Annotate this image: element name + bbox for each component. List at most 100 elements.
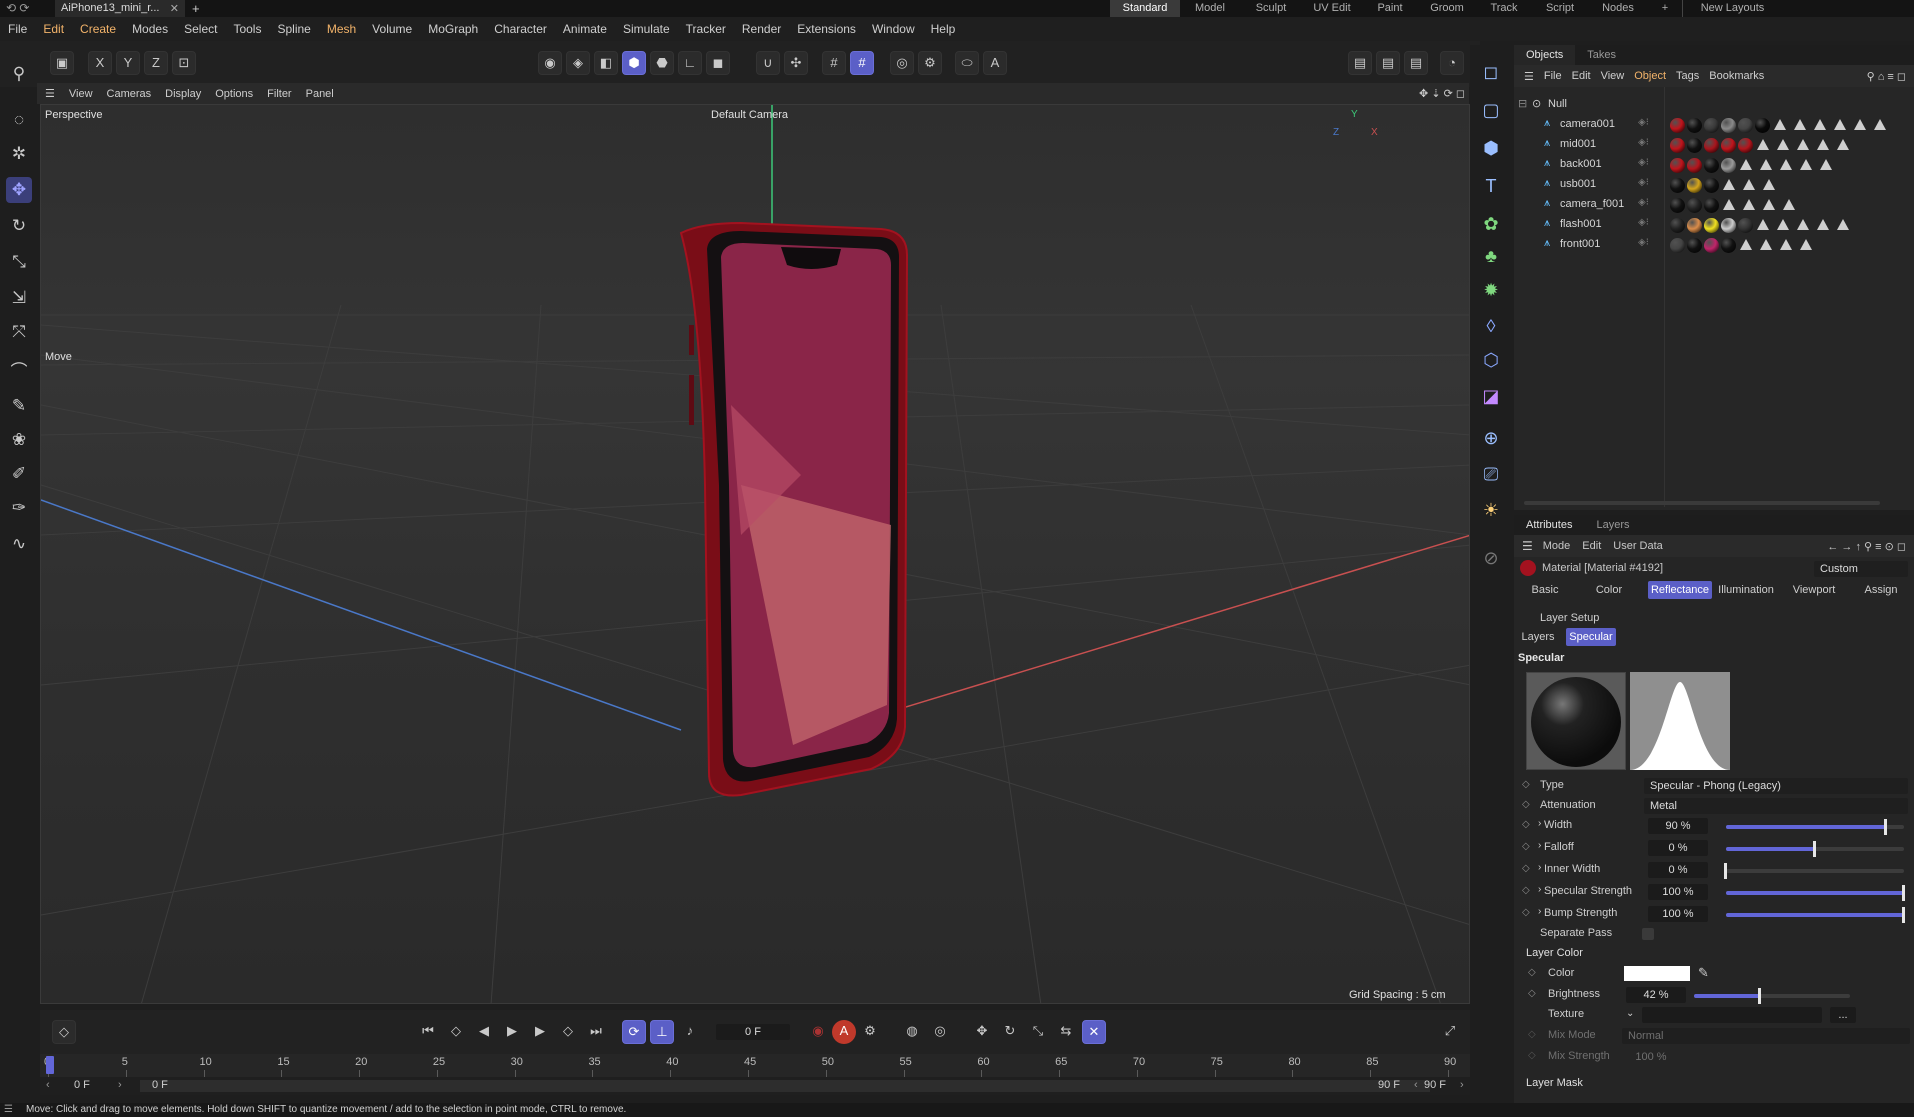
brightness-slider[interactable]	[1694, 988, 1850, 1004]
solo-icon[interactable]: ◎	[890, 51, 914, 75]
loop-icon[interactable]: ⟳	[622, 1020, 646, 1044]
material-tag[interactable]	[1670, 138, 1685, 153]
menu-character[interactable]: Character	[494, 22, 547, 36]
points-mode-icon[interactable]: ◉	[538, 51, 562, 75]
next-key-icon[interactable]: ◇	[556, 1020, 580, 1044]
range-slider[interactable]: 0 F 90 F	[140, 1079, 1430, 1092]
layout-tab-nodes[interactable]: Nodes	[1588, 0, 1648, 17]
material-tag[interactable]	[1721, 238, 1736, 253]
next-frame-icon[interactable]: ▶	[528, 1020, 552, 1044]
chevron-right-icon[interactable]: ›	[1538, 818, 1541, 829]
select-settings-icon[interactable]: ✲	[6, 141, 32, 167]
param-field[interactable]: 90 %	[1648, 818, 1708, 834]
rotate-tool-icon[interactable]: ↻	[6, 213, 32, 239]
interactive-render-icon[interactable]: ◔	[1440, 51, 1464, 75]
keyframe-icon[interactable]: ◇	[1528, 967, 1536, 978]
texture-tag[interactable]	[1817, 219, 1829, 230]
bend-tool-icon[interactable]: ⌒	[6, 359, 32, 385]
edges-mode-icon[interactable]: ◈	[566, 51, 590, 75]
attributes-nav-icons[interactable]: ← → ↑ ⚲ ≡ ⊙ ◻	[1827, 540, 1906, 553]
material-tag[interactable]	[1721, 138, 1736, 153]
texture-tag[interactable]	[1797, 219, 1809, 230]
subdivision-icon[interactable]: ♣	[1478, 243, 1504, 269]
tag-icon[interactable]: ⊘	[1478, 545, 1504, 571]
magnet-icon[interactable]: ∪	[756, 51, 780, 75]
grid-icon[interactable]: #	[822, 51, 846, 75]
tree-row[interactable]: ⩚ back001 ◈⁝	[1514, 155, 1914, 175]
undo-redo-icon[interactable]: ⟲ ⟳	[6, 1, 29, 15]
preview-range-icon[interactable]: ⊥	[650, 1020, 674, 1044]
pen-tool-icon[interactable]: ✎	[6, 393, 32, 419]
axis-mode-icon[interactable]: ∟	[678, 51, 702, 75]
param-slider-knob[interactable]	[1902, 907, 1905, 923]
undo-history-icon[interactable]: ▣	[50, 51, 74, 75]
render-settings-icon[interactable]: ▤	[1404, 51, 1428, 75]
param-slider[interactable]	[1726, 907, 1905, 923]
texture-field[interactable]	[1642, 1007, 1822, 1023]
texture-tag[interactable]	[1777, 219, 1789, 230]
timeline-expand-icon[interactable]: ⤢	[1438, 1020, 1462, 1044]
record-scale-icon[interactable]: ⤡	[1026, 1020, 1050, 1044]
tab-viewport[interactable]: Viewport	[1784, 581, 1844, 599]
objects-menu-view[interactable]: View	[1601, 70, 1625, 82]
material-preview[interactable]	[1526, 672, 1626, 770]
chevron-left-icon[interactable]: ‹	[1414, 1079, 1418, 1091]
material-tag[interactable]	[1721, 218, 1736, 233]
tab-reflectance[interactable]: Reflectance	[1648, 581, 1712, 599]
tweak-mode-icon[interactable]: ◼	[706, 51, 730, 75]
camera-icon[interactable]: ⎚	[1478, 461, 1504, 487]
material-tag[interactable]	[1687, 238, 1702, 253]
param-slider[interactable]	[1726, 841, 1904, 857]
layout-tab-standard[interactable]: Standard	[1110, 0, 1180, 17]
menu-simulate[interactable]: Simulate	[623, 22, 670, 36]
objects-menu-bookmarks[interactable]: Bookmarks	[1709, 70, 1764, 82]
brightness-slider-knob[interactable]	[1757, 988, 1761, 1004]
visibility-dots-icon[interactable]: ◈⁝	[1638, 237, 1649, 248]
material-tag[interactable]	[1721, 158, 1736, 173]
transform-tool-icon[interactable]: ⇲	[6, 285, 32, 311]
visibility-dots-icon[interactable]: ◈⁝	[1638, 157, 1649, 168]
texture-tag[interactable]	[1780, 159, 1792, 170]
menu-create[interactable]: Create	[80, 22, 116, 36]
menu-select[interactable]: Select	[184, 22, 217, 36]
attributes-menu-edit[interactable]: Edit	[1582, 540, 1601, 552]
chevron-down-icon[interactable]: ⌄	[1626, 1008, 1634, 1019]
text-object-icon[interactable]: T	[1478, 173, 1504, 199]
tree-row[interactable]: ⩚ front001 ◈⁝	[1514, 235, 1914, 255]
menu-extensions[interactable]: Extensions	[797, 22, 856, 36]
material-tag[interactable]	[1704, 198, 1719, 213]
visibility-dots-icon[interactable]: ◈⁝	[1638, 217, 1649, 228]
menu-mesh[interactable]: Mesh	[327, 22, 356, 36]
objects-tool-icons[interactable]: ⚲ ⌂ ≡ ◻	[1867, 70, 1906, 83]
hamburger-icon[interactable]: ☰	[4, 1104, 13, 1115]
texture-tag[interactable]	[1817, 139, 1829, 150]
chevron-right-icon[interactable]: ›	[1538, 840, 1541, 851]
polygons-mode-icon[interactable]: ◧	[594, 51, 618, 75]
texture-tag[interactable]	[1797, 139, 1809, 150]
texture-tag[interactable]	[1834, 119, 1846, 130]
play-icon[interactable]: ▶	[500, 1020, 524, 1044]
previous-frame-icon[interactable]: ◀	[472, 1020, 496, 1044]
objects-menu-tags[interactable]: Tags	[1676, 70, 1699, 82]
record-position-icon[interactable]: ✥	[970, 1020, 994, 1044]
deformer-icon[interactable]: ◊	[1478, 313, 1504, 339]
tab-color[interactable]: Color	[1576, 581, 1642, 599]
tree-row[interactable]: ⩚ usb001 ◈⁝	[1514, 175, 1914, 195]
mix-mode-dropdown[interactable]: Normal	[1622, 1028, 1910, 1044]
layout-tab-paint[interactable]: Paint	[1362, 0, 1418, 17]
playhead[interactable]	[46, 1056, 54, 1074]
record-pla-icon[interactable]: ✕	[1082, 1020, 1106, 1044]
color-swatch[interactable]	[1624, 966, 1690, 981]
keyframe-icon[interactable]: ◇	[1528, 988, 1536, 999]
menu-mograph[interactable]: MoGraph	[428, 22, 478, 36]
material-tag[interactable]	[1670, 238, 1685, 253]
layer-tab-layers[interactable]: Layers	[1518, 628, 1558, 646]
keyframe-icon[interactable]: ◇	[1522, 907, 1530, 918]
attributes-menu-mode[interactable]: Mode	[1543, 540, 1571, 552]
section-specular[interactable]: Specular	[1518, 652, 1564, 664]
objects-menu-edit[interactable]: Edit	[1572, 70, 1591, 82]
move-tool-icon[interactable]: ✥	[6, 177, 32, 203]
material-tag[interactable]	[1704, 118, 1719, 133]
tab-illumination[interactable]: Illumination	[1714, 581, 1778, 599]
viewport-menu-view[interactable]: View	[69, 88, 93, 100]
